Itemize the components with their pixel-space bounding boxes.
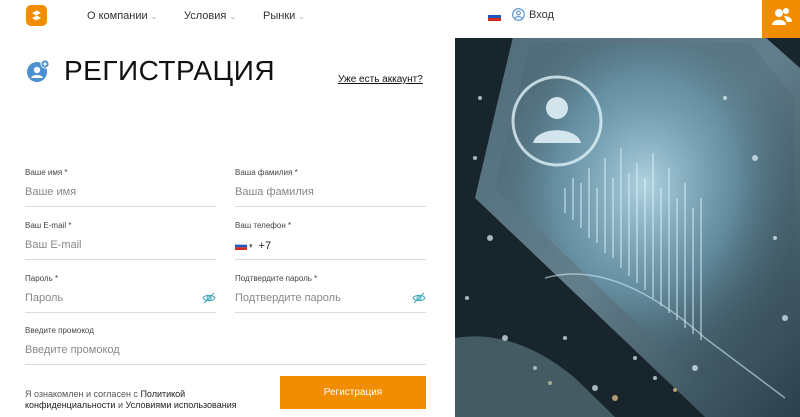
agreement-text: Я ознакомлен и согласен с Политикой конф… [25, 389, 237, 410]
users-button[interactable] [762, 0, 800, 38]
email-input[interactable]: Ваш E-mail [25, 239, 216, 260]
chevron-down-icon: ⌄ [150, 12, 158, 21]
password-field: Пароль * Пароль [25, 274, 216, 313]
russian-flag-icon[interactable] [235, 242, 247, 250]
nav-item-markets[interactable]: Рынки ⌄ [263, 10, 305, 22]
eye-off-icon[interactable] [412, 291, 426, 305]
users-icon [772, 8, 792, 25]
last-name-field: Ваша фамилия * Ваша фамилия [235, 168, 426, 207]
first-name-field: Ваше имя * Ваше имя [25, 168, 216, 207]
page-title: РЕГИСТРАЦИЯ [64, 55, 276, 86]
chevron-down-icon: ⌄ [229, 12, 237, 21]
nav-item-conditions[interactable]: Условия ⌄ [184, 10, 236, 22]
add-user-icon [27, 59, 50, 82]
promo-input[interactable]: Введите промокод [25, 344, 426, 365]
eye-off-icon[interactable] [202, 291, 216, 305]
chevron-down-icon: ⌄ [298, 12, 305, 21]
register-button[interactable]: Регистрация [280, 376, 426, 409]
phone-field: Ваш телефон * ▾ +7 [235, 221, 426, 260]
login-link[interactable]: Уже есть аккаунт? [338, 74, 423, 85]
user-icon [512, 8, 525, 21]
logo[interactable] [26, 5, 47, 26]
russian-flag-icon[interactable] [488, 12, 501, 21]
email-field: Ваш E-mail * Ваш E-mail [25, 221, 216, 260]
login-button[interactable]: Вход [512, 8, 554, 21]
terms-link[interactable]: Условиями использования [126, 400, 237, 410]
promo-field: Введите промокод Введите промокод [25, 326, 426, 365]
first-name-input[interactable]: Ваше имя [25, 186, 216, 207]
hero-image [455, 38, 800, 417]
password-confirm-input[interactable]: Подтвердите пароль [235, 292, 426, 313]
password-confirm-field: Подтвердите пароль * Подтвердите пароль [235, 274, 426, 313]
phone-input[interactable]: ▾ +7 [235, 239, 426, 260]
last-name-input[interactable]: Ваша фамилия [235, 186, 426, 207]
nav-item-company[interactable]: О компании ⌄ [87, 10, 157, 22]
password-input[interactable]: Пароль [25, 292, 216, 313]
chevron-down-icon[interactable]: ▾ [249, 242, 253, 250]
phone-value: +7 [258, 240, 272, 252]
